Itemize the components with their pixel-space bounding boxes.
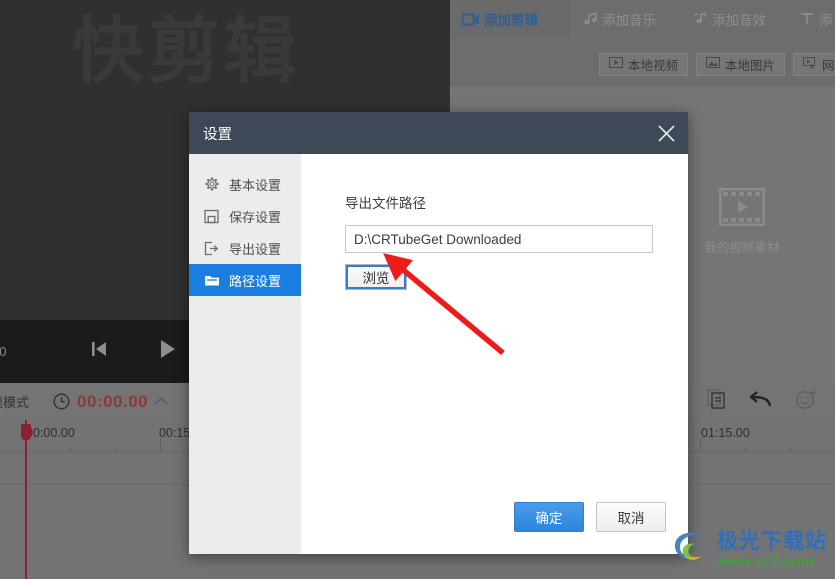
tab-label: 添加剪辑 xyxy=(484,13,538,28)
asset-label: 我的视频素材 xyxy=(704,241,780,255)
ruler-tick xyxy=(700,438,701,451)
camcorder-icon xyxy=(462,13,479,26)
sidebar-item-label: 路径设置 xyxy=(229,273,282,289)
image-file-icon xyxy=(705,57,720,71)
ruler-label: 00:00.00 xyxy=(26,426,75,440)
preview-watermark-text: 快剪辑 xyxy=(72,12,301,92)
dialog-main-panel: 导出文件路径 浏览 确定 取消 xyxy=(301,154,688,554)
current-timecode: 00:00.00 xyxy=(77,391,149,411)
toolbar-icon-group xyxy=(707,388,817,415)
video-file-icon xyxy=(608,57,623,71)
film-strip-icon xyxy=(697,187,787,231)
gear-icon xyxy=(203,176,220,192)
network-video-icon xyxy=(802,56,817,72)
dialog-header: 设置 xyxy=(189,112,688,154)
sticker-smiley-icon[interactable] xyxy=(795,388,817,415)
sidebar-item-save-settings[interactable]: 保存设置 xyxy=(189,200,301,232)
browse-button[interactable]: 浏览 xyxy=(345,264,407,290)
clock-icon xyxy=(53,393,70,410)
asset-item-my-video-material[interactable]: 我的视频素材 xyxy=(697,187,787,256)
playback-time-fragment: 00 xyxy=(0,344,7,359)
sidebar-item-export-settings[interactable]: 导出设置 xyxy=(189,232,301,264)
sidebar-item-basic-settings[interactable]: 基本设置 xyxy=(189,168,301,200)
aurora-swirl-logo-icon xyxy=(671,528,713,571)
network-video-button[interactable]: 网络 xyxy=(792,52,835,76)
settings-dialog[interactable]: 设置 基本设置 保存设置 导出设置 路径设置 导出文件路径 D:\CRTubeG… xyxy=(189,112,688,554)
ruler-label: 01:15.00 xyxy=(701,426,750,440)
timeline-playhead[interactable] xyxy=(21,420,31,579)
playhead-handle[interactable] xyxy=(21,424,31,440)
watermark-url: www.xz7.com xyxy=(717,553,814,569)
export-arrow-icon xyxy=(203,241,220,256)
import-source-buttons: 本地视频 本地图片 网络 xyxy=(450,42,835,86)
dialog-footer: 确定 取消 xyxy=(514,502,666,532)
undo-icon[interactable] xyxy=(749,389,773,414)
sidebar-item-label: 导出设置 xyxy=(229,241,282,257)
sidebar-item-path-settings[interactable]: 路径设置 xyxy=(189,264,301,296)
local-image-button[interactable]: 本地图片 xyxy=(695,52,785,76)
play-icon[interactable] xyxy=(155,337,179,366)
button-label: 本地图片 xyxy=(724,58,775,73)
tab-add-clip[interactable]: 添加剪辑 xyxy=(450,0,570,38)
editor-tab-strip: 添加剪辑 添加音乐 添加音效 添 xyxy=(450,0,835,38)
confirm-button[interactable]: 确定 xyxy=(514,502,584,532)
site-watermark: 极光下载站 www.xz7.com xyxy=(671,528,827,571)
text-T-icon xyxy=(800,12,814,26)
ruler-tick xyxy=(745,446,746,452)
tab-add-sound-effect[interactable]: 添加音效 xyxy=(680,0,788,38)
save-disk-icon xyxy=(203,209,220,224)
tab-add-music[interactable]: 添加音乐 xyxy=(570,0,680,38)
ruler-tick xyxy=(790,446,791,452)
ruler-tick xyxy=(115,446,116,452)
close-icon[interactable] xyxy=(644,112,688,154)
ruler-tick xyxy=(70,446,71,452)
export-path-label: 导出文件路径 xyxy=(345,196,426,211)
music-note-icon xyxy=(582,12,597,26)
tab-label: 添 xyxy=(819,13,833,28)
button-label: 网络 xyxy=(821,58,835,73)
ruler-tick xyxy=(160,438,161,451)
tab-label: 添加音效 xyxy=(712,13,766,28)
watermark-site-name: 极光下载站 xyxy=(717,530,827,553)
tab-add-text[interactable]: 添 xyxy=(788,0,835,38)
folder-icon xyxy=(203,273,220,288)
tab-label: 添加音乐 xyxy=(602,13,656,28)
timecode-expand-icon[interactable] xyxy=(154,393,168,411)
local-video-button[interactable]: 本地视频 xyxy=(598,52,688,76)
dialog-title: 设置 xyxy=(203,126,232,143)
sound-effect-icon xyxy=(692,12,707,26)
button-label: 本地视频 xyxy=(627,58,678,73)
dialog-body: 基本设置 保存设置 导出设置 路径设置 导出文件路径 D:\CRTubeGet … xyxy=(189,154,688,554)
sidebar-item-label: 保存设置 xyxy=(229,209,282,225)
export-path-input[interactable] xyxy=(345,225,653,253)
application-window: 快剪辑 00 xyxy=(0,0,835,579)
duplicate-icon[interactable] xyxy=(707,389,727,414)
speed-mode-label[interactable]: 速模式 xyxy=(0,392,29,411)
cancel-button[interactable]: 取消 xyxy=(596,502,666,532)
watermark-text-block: 极光下载站 www.xz7.com xyxy=(717,531,827,568)
skip-previous-icon[interactable] xyxy=(88,338,110,365)
dialog-sidebar: 基本设置 保存设置 导出设置 路径设置 xyxy=(189,154,301,554)
sidebar-item-label: 基本设置 xyxy=(229,177,282,193)
